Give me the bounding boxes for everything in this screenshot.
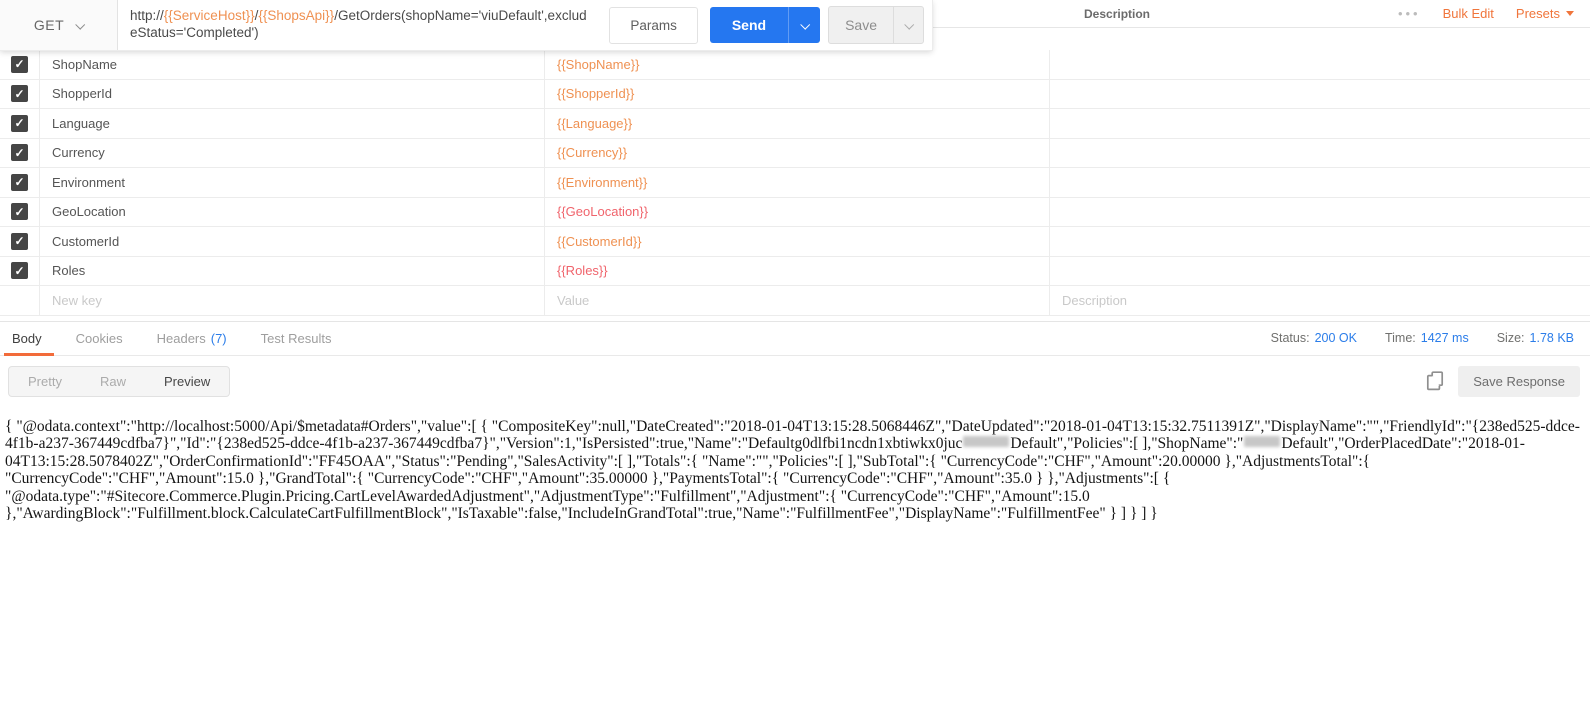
param-description-input[interactable]: [1050, 198, 1590, 227]
param-key-input[interactable]: CustomerId: [40, 234, 119, 249]
row-checkbox[interactable]: [11, 85, 28, 102]
send-split-button: Send: [710, 7, 820, 43]
param-value-input[interactable]: {{Roles}}: [545, 263, 608, 278]
param-row-environment: Environment {{Environment}}: [0, 168, 1590, 198]
param-description-input[interactable]: [1050, 168, 1590, 197]
param-row-shopname: ShopName {{ShopName}}: [0, 50, 1590, 80]
chevron-down-icon: [75, 19, 85, 29]
save-options-button[interactable]: [893, 7, 923, 43]
save-button[interactable]: Save: [829, 7, 893, 43]
param-key-input[interactable]: Roles: [40, 263, 85, 278]
params-button[interactable]: Params: [609, 7, 698, 44]
send-options-button[interactable]: [788, 7, 820, 43]
param-description-input[interactable]: [1050, 227, 1590, 256]
param-key-input[interactable]: Environment: [40, 175, 125, 190]
row-checkbox[interactable]: [11, 144, 28, 161]
more-options-icon[interactable]: [1398, 6, 1421, 21]
chevron-down-icon: [800, 19, 810, 29]
row-checkbox[interactable]: [11, 115, 28, 132]
row-checkbox[interactable]: [11, 56, 28, 73]
presets-dropdown[interactable]: Presets: [1516, 6, 1574, 21]
tab-cookies[interactable]: Cookies: [72, 321, 127, 355]
headers-count-badge: (7): [211, 331, 227, 346]
response-tab-bar: Body Cookies Headers (7) Test Results St…: [0, 322, 1590, 356]
url-servicehost-variable: {{ServiceHost}}: [164, 8, 255, 23]
param-row-roles: Roles {{Roles}}: [0, 257, 1590, 287]
response-body-preview: { "@odata.context":"http://localhost:500…: [0, 405, 1590, 523]
response-json-segment: Default","Policies":[ ],"ShopName":": [1010, 435, 1243, 452]
view-raw[interactable]: Raw: [81, 367, 145, 396]
view-pretty[interactable]: Pretty: [9, 367, 81, 396]
redacted-blur: [963, 436, 1009, 447]
time-value: 1427 ms: [1421, 331, 1469, 345]
param-key-input[interactable]: Currency: [40, 145, 105, 160]
param-key-input[interactable]: Language: [40, 116, 110, 131]
copy-icon[interactable]: [1426, 371, 1444, 391]
row-checkbox[interactable]: [11, 262, 28, 279]
param-description-input[interactable]: [1050, 50, 1590, 79]
url-shopsapi-variable: {{ShopsApi}}: [258, 8, 334, 23]
new-value-input[interactable]: Value: [545, 293, 589, 308]
method-label: GET: [34, 17, 64, 33]
postman-request-view: Description Bulk Edit Presets ShopName {…: [0, 0, 1590, 708]
param-key-input[interactable]: ShopName: [40, 57, 117, 72]
param-value-input[interactable]: {{CustomerId}}: [545, 234, 642, 249]
tab-test-results[interactable]: Test Results: [257, 321, 336, 355]
chevron-down-icon: [904, 19, 914, 29]
param-value-input[interactable]: {{Language}}: [545, 116, 632, 131]
row-checkbox[interactable]: [11, 233, 28, 250]
param-value-input[interactable]: {{ShopperId}}: [545, 86, 634, 101]
param-key-input[interactable]: GeoLocation: [40, 204, 126, 219]
response-toolbar: Pretty Raw Preview Save Response: [0, 356, 1590, 405]
param-value-input[interactable]: {{GeoLocation}}: [545, 204, 648, 219]
row-checkbox[interactable]: [11, 203, 28, 220]
presets-label: Presets: [1516, 6, 1560, 21]
url-input[interactable]: http://{{ServiceHost}}/{{ShopsApi}}/GetO…: [118, 0, 603, 50]
view-preview[interactable]: Preview: [145, 367, 229, 396]
param-row-language: Language {{Language}}: [0, 109, 1590, 139]
tab-body[interactable]: Body: [8, 321, 46, 355]
param-row-geolocation: GeoLocation {{GeoLocation}}: [0, 198, 1590, 228]
time-label: Time:: [1385, 331, 1416, 345]
description-column-header: Description: [1084, 7, 1150, 21]
param-row-shopperid: ShopperId {{ShopperId}}: [0, 80, 1590, 110]
response-view-switcher: Pretty Raw Preview: [8, 366, 230, 397]
request-url-bar: GET http://{{ServiceHost}}/{{ShopsApi}}/…: [0, 0, 932, 50]
redacted-blur: [1244, 436, 1280, 447]
response-meta: Status: 200 OK Time: 1427 ms Size: 1.78 …: [1271, 331, 1574, 345]
param-key-input[interactable]: ShopperId: [40, 86, 112, 101]
row-checkbox[interactable]: [11, 174, 28, 191]
bulk-edit-link[interactable]: Bulk Edit: [1443, 6, 1494, 21]
method-dropdown[interactable]: GET: [0, 0, 118, 50]
tab-headers-label: Headers: [157, 331, 206, 346]
param-value-input[interactable]: {{Currency}}: [545, 145, 627, 160]
new-description-input[interactable]: Description: [1050, 293, 1127, 308]
url-scheme: http://: [130, 8, 164, 23]
param-row-customerid: CustomerId {{CustomerId}}: [0, 227, 1590, 257]
param-description-input[interactable]: [1050, 109, 1590, 138]
save-split-button: Save: [828, 6, 924, 44]
param-description-input[interactable]: [1050, 80, 1590, 109]
param-description-input[interactable]: [1050, 139, 1590, 168]
param-row-currency: Currency {{Currency}}: [0, 139, 1590, 169]
param-value-input[interactable]: {{Environment}}: [545, 175, 647, 190]
param-description-input[interactable]: [1050, 257, 1590, 286]
tab-headers[interactable]: Headers (7): [153, 321, 231, 355]
size-label: Size:: [1497, 331, 1525, 345]
save-response-button[interactable]: Save Response: [1458, 366, 1580, 397]
presets-caret-icon: [1566, 11, 1574, 16]
new-key-input[interactable]: New key: [40, 293, 102, 308]
response-section: Body Cookies Headers (7) Test Results St…: [0, 321, 1590, 523]
status-label: Status:: [1271, 331, 1310, 345]
size-value: 1.78 KB: [1530, 331, 1574, 345]
status-value: 200 OK: [1315, 331, 1357, 345]
param-row-new: New key Value Description: [0, 286, 1590, 316]
send-button[interactable]: Send: [710, 7, 788, 43]
param-value-input[interactable]: {{ShopName}}: [545, 57, 639, 72]
